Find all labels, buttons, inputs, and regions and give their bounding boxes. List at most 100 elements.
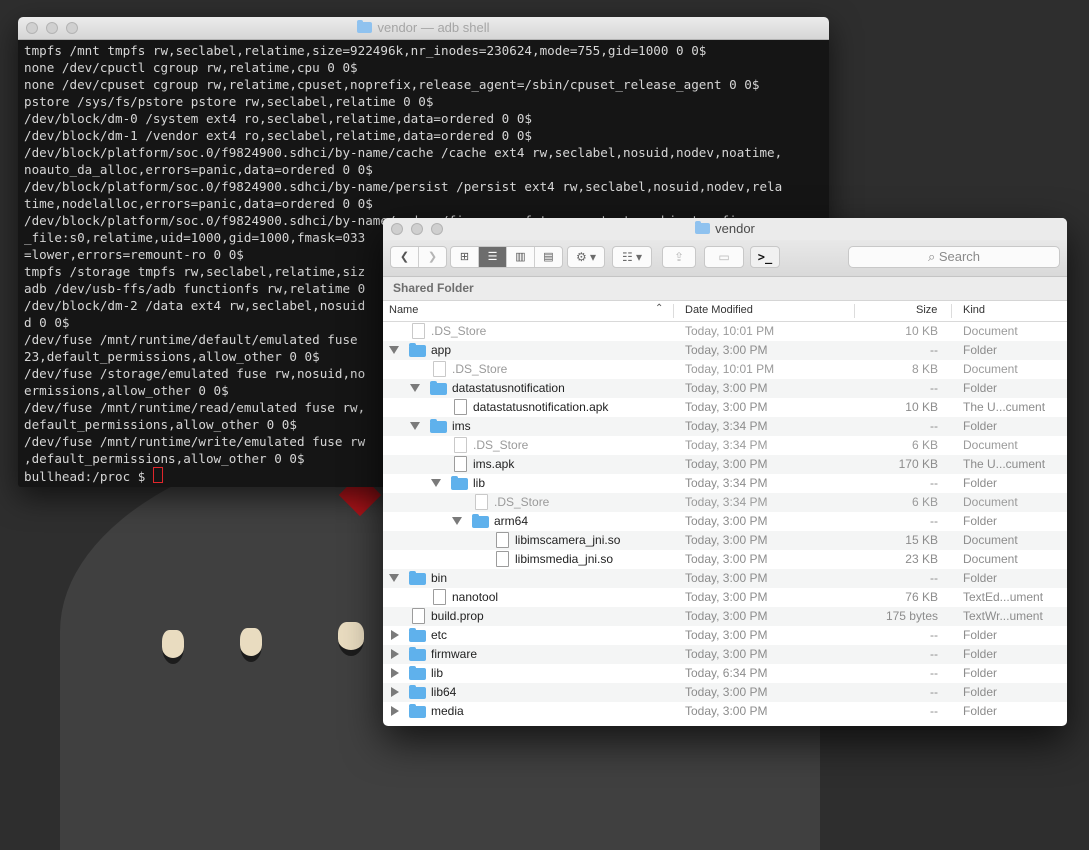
file-date: Today, 10:01 PM [685, 324, 775, 338]
file-list[interactable]: .DS_Store Today, 10:01 PM 10 KB Document app… [383, 322, 1067, 721]
terminal-titlebar[interactable]: vendor — adb shell [18, 17, 829, 40]
disclosure-open-icon[interactable] [389, 574, 399, 582]
disclosure-open-icon[interactable] [410, 384, 420, 392]
file-kind: Folder [963, 381, 998, 395]
file-row[interactable]: ims.apk Today, 3:00 PM 170 KB The U...cumen… [383, 455, 1067, 474]
file-row[interactable]: media Today, 3:00 PM -- Folder [383, 702, 1067, 721]
file-kind: Folder [963, 628, 998, 642]
disclosure-open-icon[interactable] [452, 517, 462, 525]
finder-titlebar[interactable]: vendor [383, 218, 1067, 240]
action-gear-button[interactable]: ⚙ ▾ [567, 246, 605, 268]
file-name: libimscamera_jni.so [515, 533, 621, 547]
column-view-icon[interactable]: ▥ [507, 247, 535, 267]
file-row[interactable]: libimsmedia_jni.so Today, 3:00 PM 23 KB Doc… [383, 550, 1067, 569]
file-size: 8 KB [911, 362, 938, 376]
folder-icon [472, 514, 489, 528]
disclosure-closed-icon[interactable] [391, 706, 399, 716]
file-row[interactable]: nanotool Today, 3:00 PM 76 KB TextEd...umen… [383, 588, 1067, 607]
file-row[interactable]: firmware Today, 3:00 PM -- Folder [383, 645, 1067, 664]
file-size: -- [930, 666, 938, 680]
forward-button[interactable]: ❯ [419, 247, 446, 267]
file-row[interactable]: .DS_Store Today, 10:01 PM 8 KB Document [383, 360, 1067, 379]
file-name: etc [431, 628, 448, 642]
file-row[interactable]: etc Today, 3:00 PM -- Folder [383, 626, 1067, 645]
folder-icon [430, 381, 447, 395]
file-name: app [431, 343, 452, 357]
terminal-line: none /dev/cpuset cgroup rw,relatime,cpus… [24, 77, 760, 92]
file-kind: Folder [963, 343, 998, 357]
document-icon [433, 589, 446, 605]
arrange-button[interactable]: ☷ ▾ [612, 246, 652, 268]
terminal-line: /dev/block/platform/soc.0/f9824900.sdhci… [24, 145, 783, 160]
file-date: Today, 3:00 PM [685, 400, 768, 414]
document-icon [454, 456, 467, 472]
file-row[interactable]: .DS_Store Today, 3:34 PM 6 KB Document [383, 436, 1067, 455]
file-size: -- [930, 381, 938, 395]
cover-flow-icon[interactable]: ▤ [535, 247, 562, 267]
search-field[interactable]: ⌕ Search [848, 246, 1060, 268]
disclosure-open-icon[interactable] [431, 479, 441, 487]
file-kind: Document [963, 495, 1018, 509]
tags-button[interactable]: ▭ [704, 246, 744, 268]
file-row[interactable]: libimscamera_jni.so Today, 3:00 PM 15 KB Do… [383, 531, 1067, 550]
column-date-header[interactable]: Date Modified [685, 304, 753, 316]
file-row[interactable]: .DS_Store Today, 10:01 PM 10 KB Document [383, 322, 1067, 341]
column-size-header[interactable]: Size [916, 304, 937, 316]
disclosure-closed-icon[interactable] [391, 668, 399, 678]
terminal-line: time,nodelalloc,errors=panic,data=ordere… [24, 196, 373, 211]
file-row[interactable]: arm64 Today, 3:00 PM -- Folder [383, 512, 1067, 531]
terminal-icon[interactable]: >_ [750, 246, 780, 268]
disclosure-closed-icon[interactable] [391, 687, 399, 697]
file-date: Today, 3:00 PM [685, 552, 768, 566]
file-name: nanotool [452, 590, 499, 604]
file-row[interactable]: datastatusnotification.apk Today, 3:00 PM… [383, 398, 1067, 417]
file-kind: Folder [963, 476, 998, 490]
disclosure-open-icon[interactable] [389, 346, 399, 354]
column-kind-header[interactable]: Kind [963, 304, 985, 316]
file-kind: Folder [963, 514, 998, 528]
column-divider[interactable] [854, 304, 855, 318]
column-name-header[interactable]: Name [389, 304, 418, 316]
file-date: Today, 3:00 PM [685, 514, 768, 528]
terminal-line: /dev/block/platform/soc.0/f9824900.sdhci… [24, 179, 783, 194]
file-row[interactable]: lib64 Today, 3:00 PM -- Folder [383, 683, 1067, 702]
folder-icon [409, 571, 426, 585]
document-icon [454, 399, 467, 415]
disclosure-closed-icon[interactable] [391, 630, 399, 640]
folder-icon [430, 419, 447, 433]
folder-icon [409, 647, 426, 661]
file-row[interactable]: ims Today, 3:34 PM -- Folder [383, 417, 1067, 436]
column-divider[interactable] [673, 304, 674, 318]
file-kind: Document [963, 552, 1018, 566]
file-row[interactable]: app Today, 3:00 PM -- Folder [383, 341, 1067, 360]
file-row[interactable]: lib Today, 3:34 PM -- Folder [383, 474, 1067, 493]
back-button[interactable]: ❮ [391, 247, 419, 267]
disclosure-open-icon[interactable] [410, 422, 420, 430]
file-kind: Folder [963, 571, 998, 585]
file-row[interactable]: .DS_Store Today, 3:34 PM 6 KB Document [383, 493, 1067, 512]
file-size: 6 KB [911, 495, 938, 509]
share-button[interactable]: ⇪ [662, 246, 696, 268]
folder-icon [409, 704, 426, 718]
file-date: Today, 3:00 PM [685, 704, 768, 718]
view-switcher: ⊞ ☰ ▥ ▤ [450, 246, 563, 268]
finder-window[interactable]: vendor ❮ ❯ ⊞ ☰ ▥ ▤ ⚙ ▾ ☷ ▾ ⇪ ▭ >_ ⌕ Sear… [383, 218, 1067, 726]
file-date: Today, 3:34 PM [685, 495, 768, 509]
wallpaper-claw [338, 622, 364, 656]
file-name: datastatusnotification.apk [473, 400, 609, 414]
file-kind: Document [963, 533, 1018, 547]
file-size: 23 KB [905, 552, 938, 566]
document-icon [412, 323, 425, 339]
folder-icon [357, 20, 373, 33]
file-row[interactable]: build.prop Today, 3:00 PM 175 bytes TextWr.… [383, 607, 1067, 626]
file-row[interactable]: bin Today, 3:00 PM -- Folder [383, 569, 1067, 588]
icon-view-icon[interactable]: ⊞ [451, 247, 479, 267]
document-icon [475, 494, 488, 510]
list-view-icon[interactable]: ☰ [479, 247, 507, 267]
file-row[interactable]: datastatusnotification Today, 3:00 PM -- Fo… [383, 379, 1067, 398]
disclosure-closed-icon[interactable] [391, 649, 399, 659]
folder-icon [409, 343, 426, 357]
file-row[interactable]: lib Today, 6:34 PM -- Folder [383, 664, 1067, 683]
file-size: -- [930, 476, 938, 490]
column-divider[interactable] [951, 304, 952, 318]
